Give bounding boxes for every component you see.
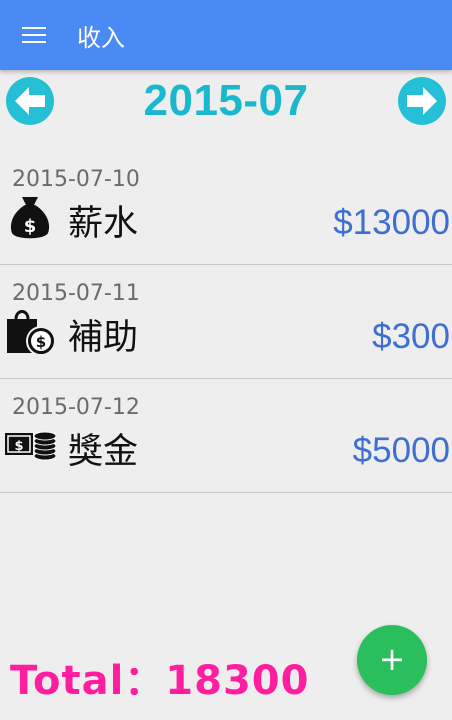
- list-item[interactable]: 2015-07-10 $ 薪水 $13000: [0, 151, 452, 265]
- entry-category: 薪水: [68, 204, 139, 244]
- list-item[interactable]: 2015-07-12 $ 獎金 $5000: [0, 379, 452, 493]
- entry-amount: $300: [372, 317, 450, 356]
- svg-text:$: $: [14, 439, 23, 454]
- entry-date: 2015-07-10: [12, 167, 140, 192]
- arrow-right-circle-icon: [407, 87, 437, 115]
- shopping-bag-coin-icon: $: [7, 310, 56, 356]
- cash-coins-icon: $: [5, 431, 56, 461]
- list-item[interactable]: 2015-07-11 $ 補助 $300: [0, 265, 452, 379]
- svg-text:$: $: [36, 333, 46, 351]
- entry-amount: $13000: [333, 203, 450, 242]
- next-month-button[interactable]: [398, 77, 446, 125]
- total-label: Total：18300: [10, 658, 310, 704]
- entry-category: 補助: [68, 318, 139, 358]
- entry-date: 2015-07-11: [12, 281, 140, 306]
- svg-text:$: $: [24, 216, 37, 237]
- add-entry-button[interactable]: +: [357, 625, 427, 695]
- entry-amount: $5000: [352, 431, 450, 470]
- app-title: 收入: [77, 24, 125, 52]
- hamburger-icon[interactable]: [22, 25, 48, 45]
- money-bag-icon: $: [10, 197, 50, 239]
- month-title: 2015-07: [143, 76, 309, 125]
- plus-icon: +: [378, 640, 406, 678]
- entry-category: 獎金: [68, 432, 139, 472]
- divider: [0, 492, 452, 493]
- app-bar: 收入: [0, 0, 452, 70]
- entry-date: 2015-07-12: [12, 395, 140, 420]
